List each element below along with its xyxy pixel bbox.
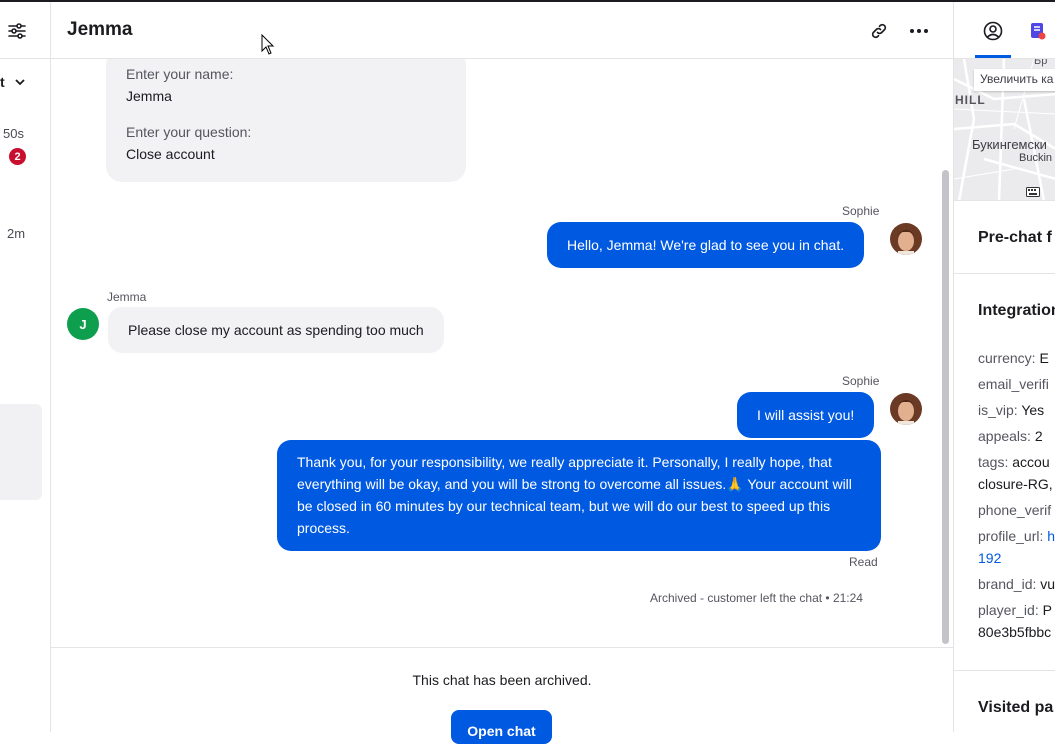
agent-message-bubble: Thank you, for your responsibility, we r… [277, 440, 881, 551]
customer-profile-icon[interactable] [982, 20, 1004, 42]
field-profile-url: profile_url: h [978, 528, 1055, 544]
details-tabs [954, 2, 1055, 59]
integration-section-title[interactable]: Integration [978, 302, 1055, 320]
field-is-vip: is_vip: Yes [978, 402, 1045, 418]
filter-icon[interactable] [6, 20, 28, 42]
details-panel: Бр Увеличить ка HILL Букингемски Buckin … [953, 2, 1055, 732]
map-label: Бр [1034, 59, 1048, 67]
field-profile-url-continued[interactable]: 192 [978, 547, 1001, 569]
selected-chat-item[interactable] [0, 404, 42, 500]
message-author: Sophie [842, 374, 880, 388]
chat-header: Jemma [51, 2, 953, 59]
prechat-form-card: Enter your name: Jemma Enter your questi… [106, 59, 466, 182]
open-chat-button[interactable]: Open chat [451, 710, 552, 744]
agent-message-bubble: Hello, Jemma! We're glad to see you in c… [547, 222, 865, 268]
chat-filter-dropdown[interactable]: t [0, 74, 27, 90]
unread-badge: 2 [9, 148, 26, 165]
chat-filter-label: t [0, 74, 5, 90]
map-zoom-button[interactable]: Увеличить ка [974, 69, 1055, 91]
profile-url-link[interactable]: h [1047, 528, 1055, 544]
chat-transcript: Enter your name: Jemma Enter your questi… [51, 59, 953, 647]
field-currency: currency: E [978, 350, 1049, 366]
map-label: HILL [955, 93, 986, 107]
field-email-verified: email_verifi [978, 376, 1049, 392]
chevron-down-icon [15, 79, 25, 86]
field-player-id: player_id: P [978, 602, 1052, 618]
archived-notice: This chat has been archived. [412, 672, 592, 688]
chat-list-rail: t 50s 2 2m [0, 2, 51, 732]
scrollbar-thumb[interactable] [942, 170, 949, 644]
chat-footer: This chat has been archived. Open chat [51, 647, 953, 744]
field-tags: tags: accou [978, 454, 1050, 470]
mouse-cursor-icon [261, 34, 275, 55]
section-divider [954, 670, 1055, 671]
message-author: Sophie [842, 204, 880, 218]
link-icon[interactable] [868, 20, 890, 42]
message-author: Jemma [107, 290, 147, 304]
more-options-icon[interactable] [908, 20, 930, 42]
chat-time: 50s [3, 126, 24, 141]
notes-app-icon[interactable] [1027, 20, 1049, 42]
map-place-label: Buckin [1019, 152, 1053, 164]
chat-time: 2m [7, 226, 26, 241]
archived-status: Archived - customer left the chat • 21:2… [650, 591, 863, 605]
field-appeals: appeals: 2 [978, 428, 1043, 444]
agent-message-bubble: I will assist you! [737, 392, 875, 438]
customer-message-bubble: Please close my account as spending too … [108, 307, 444, 353]
map-place-label: Букингемски [972, 137, 1047, 152]
chat-title: Jemma [67, 19, 133, 40]
location-map[interactable]: Бр Увеличить ка HILL Букингемски Buckin [954, 59, 1055, 201]
field-brand-id: brand_id: vu [978, 576, 1055, 592]
field-tags-continued: closure-RG, [978, 476, 1053, 492]
form-label: Enter your question: [126, 124, 252, 140]
customer-avatar: J [67, 308, 99, 340]
form-value: Close account [126, 146, 215, 162]
active-tab-indicator [975, 55, 1011, 58]
read-status: Read [849, 555, 878, 569]
form-label: Enter your name: [126, 66, 234, 82]
agent-avatar [890, 393, 922, 425]
section-divider [954, 273, 1055, 274]
visited-pages-section-title[interactable]: Visited pa [978, 699, 1053, 717]
rail-divider [0, 58, 50, 59]
keyboard-icon[interactable] [1026, 187, 1040, 197]
prechat-section-title[interactable]: Pre-chat f [978, 229, 1052, 247]
agent-avatar [890, 223, 922, 255]
form-value: Jemma [126, 88, 172, 104]
field-phone-verified: phone_verif [978, 502, 1052, 518]
field-player-id-continued: 80e3b5fbbc [978, 624, 1052, 640]
